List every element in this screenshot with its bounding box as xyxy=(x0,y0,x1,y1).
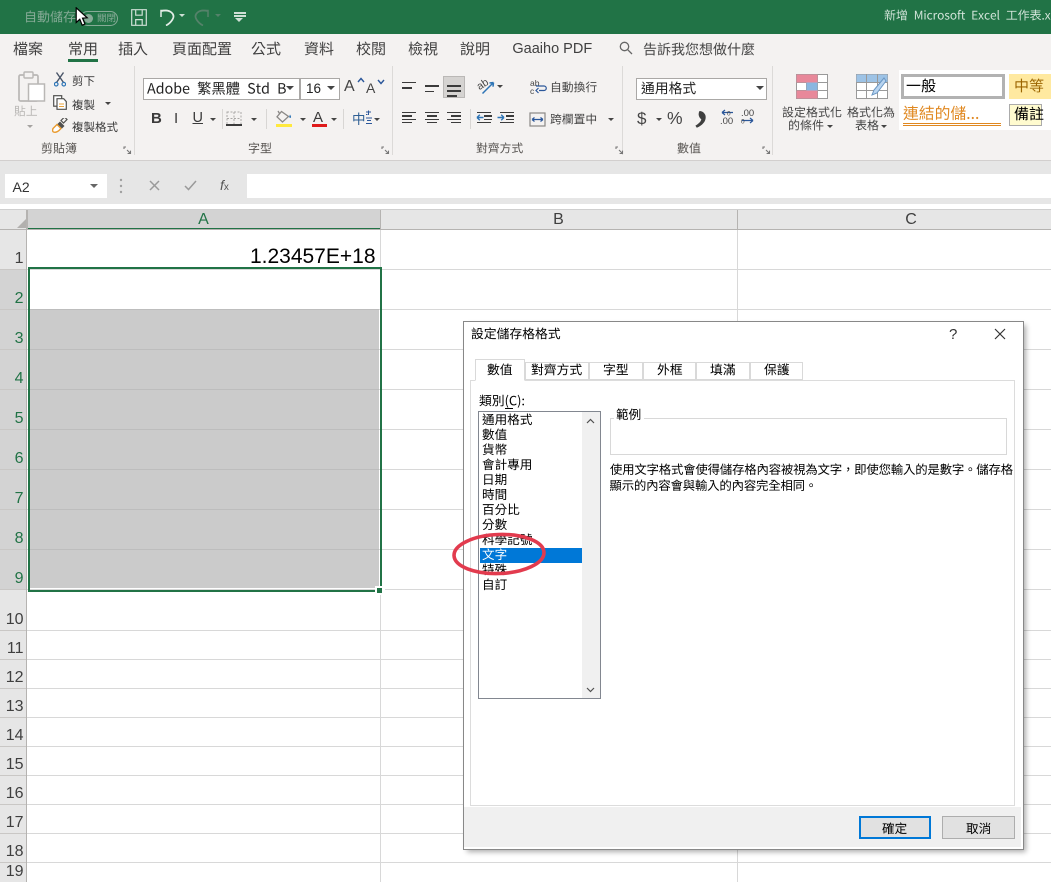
svg-text:ab: ab xyxy=(477,77,491,93)
svg-text:0: 0 xyxy=(727,111,731,117)
svg-text:0: 0 xyxy=(741,119,745,125)
